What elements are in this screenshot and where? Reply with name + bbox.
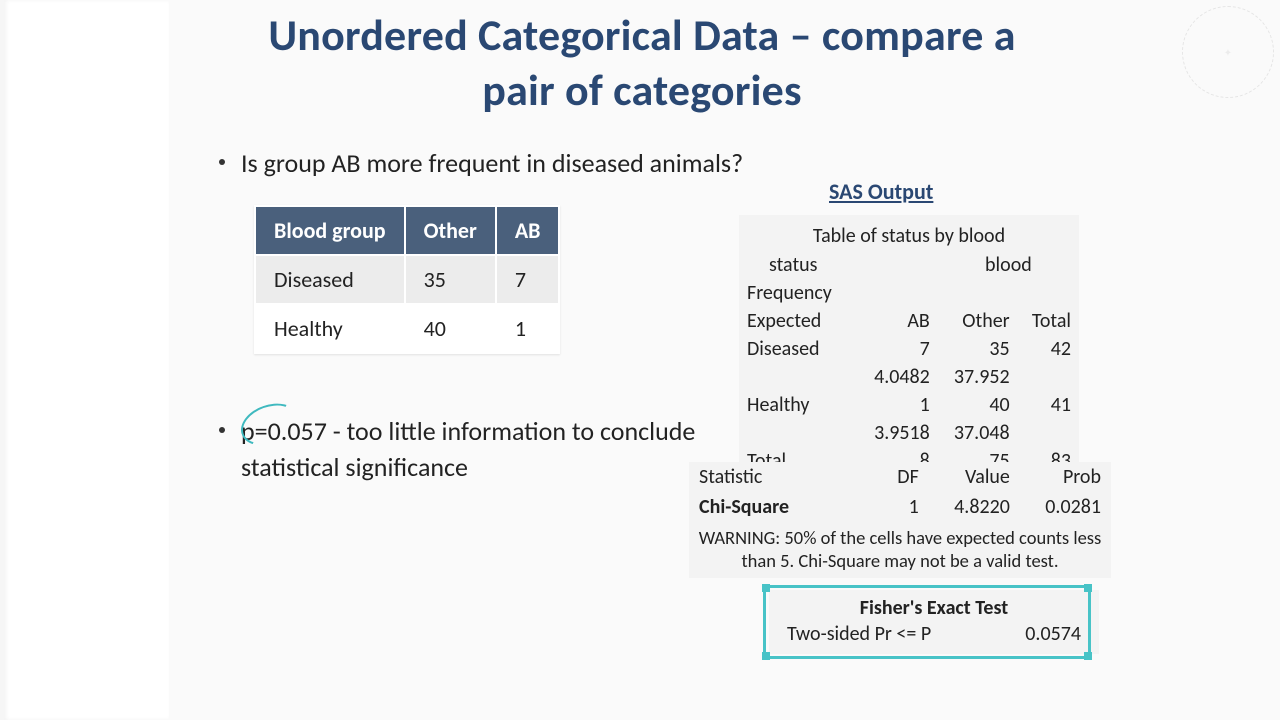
sas-row-exp: Expected [739,307,858,335]
chi-name: Chi-Square [689,492,879,522]
title-line-1: Unordered Categorical Data – compare a [268,8,1015,62]
bullet-2-text: p=0.057 - too little information to conc… [241,413,719,486]
sas-diseased-exp-other: 37.952 [938,363,1018,391]
slide: ✦ Unordered Categorical Data – compare a… [0,0,1280,720]
th-ab: AB [496,206,560,255]
chi-square-block: Statistic DF Value Prob Chi-Square 1 4.8… [689,462,1111,578]
th-blood-group: Blood group [255,206,405,255]
sas-table: status blood Frequency Expected AB Other… [739,251,1079,475]
chi-h-stat: Statistic [689,462,879,492]
chi-h-prob: Prob [1020,462,1111,492]
sas-diseased-other: 35 [938,335,1018,363]
cell-ab: 7 [496,255,560,304]
sas-diseased-label: Diseased [739,335,858,363]
bullet-dot-icon [219,159,225,165]
sas-diseased-ab: 7 [858,335,938,363]
sas-col-ab: AB [858,307,938,335]
sas-col-other: Other [938,307,1018,335]
sas-caption: Table of status by blood [739,221,1079,251]
sas-healthy-exp-ab: 3.9518 [858,419,938,447]
fisher-value: 0.0574 [1025,622,1081,646]
chi-h-df: DF [879,462,929,492]
sas-diseased-exp-ab: 4.0482 [858,363,938,391]
bullet-1: Is group AB more frequent in diseased an… [219,145,1110,181]
left-margin [4,0,169,720]
chi-h-val: Value [929,462,1020,492]
sas-healthy-label: Healthy [739,391,858,419]
sas-healthy-total: 41 [1018,391,1079,419]
sas-output-heading: SAS Output [829,178,933,205]
chi-warning: WARNING: 50% of the cells have expected … [689,522,1111,578]
sas-col-total: Total [1018,307,1079,335]
title-line-2: pair of categories [482,63,801,117]
bullet-2: p=0.057 - too little information to conc… [219,413,719,486]
fisher-title: Fisher's Exact Test [779,596,1089,620]
sas-healthy-exp-other: 37.048 [938,419,1018,447]
sas-healthy-other: 40 [938,391,1018,419]
sas-col-status: status [739,251,858,279]
chi-df: 1 [879,492,929,522]
sas-diseased-total: 42 [1018,335,1079,363]
sas-healthy-ab: 1 [858,391,938,419]
slide-title: Unordered Categorical Data – compare a p… [64,0,1220,118]
bullet-dot-icon [219,427,225,433]
bullet-1-text: Is group AB more frequent in diseased an… [241,145,743,181]
table-row: Diseased 35 7 [255,255,559,304]
cell-other: 40 [405,304,496,353]
table-row: Healthy 40 1 [255,304,559,353]
cell-label: Healthy [255,304,405,353]
cell-other: 35 [405,255,496,304]
blood-table: Blood group Other AB Diseased 35 7 Healt… [254,205,560,354]
sas-contingency-table: Table of status by blood status blood Fr… [739,215,1079,481]
sas-col-blood: blood [938,251,1079,279]
chi-prob: 0.0281 [1020,492,1111,522]
th-other: Other [405,206,496,255]
fisher-label: Two-sided Pr <= P [787,622,931,646]
fisher-block: Fisher's Exact Test Two-sided Pr <= P 0.… [769,590,1099,654]
sas-row-freq: Frequency [739,279,858,307]
cell-ab: 1 [496,304,560,353]
university-crest-icon: ✦ [1182,6,1274,98]
chi-val: 4.8220 [929,492,1020,522]
cell-label: Diseased [255,255,405,304]
